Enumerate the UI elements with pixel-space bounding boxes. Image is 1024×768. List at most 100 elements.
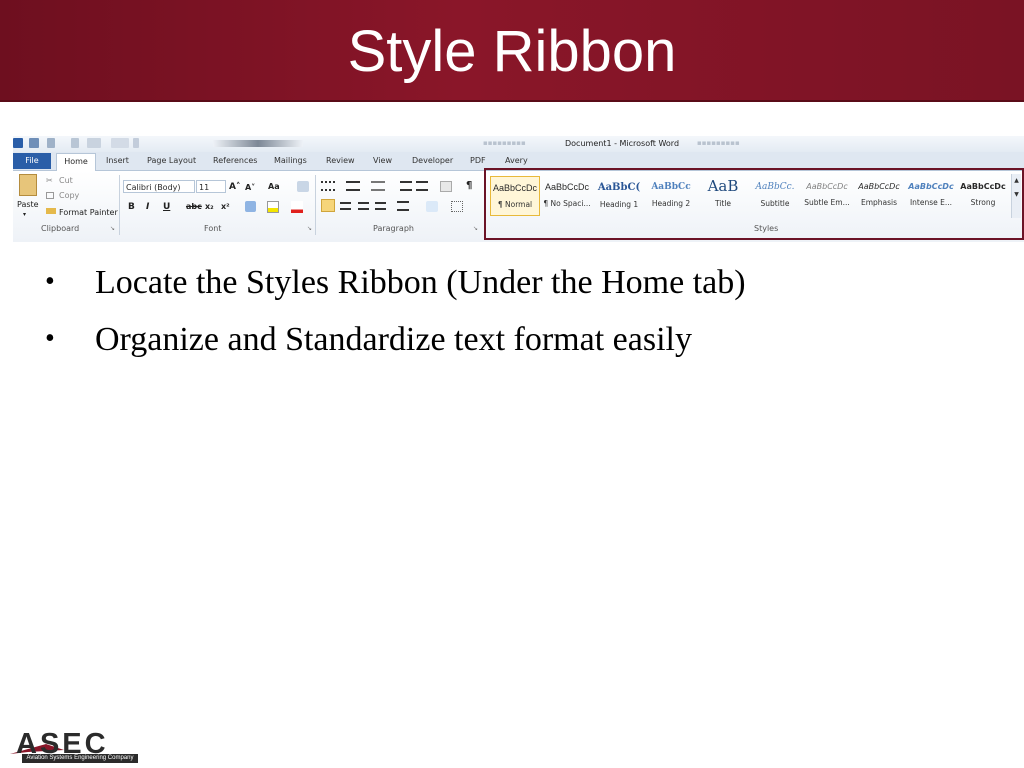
paste-icon[interactable]: [19, 174, 37, 196]
bullets-qat-icon[interactable]: [87, 138, 101, 148]
clear-formatting-icon[interactable]: [297, 181, 309, 192]
style-sample: AaBbCcDc: [908, 182, 954, 191]
show-marks-button[interactable]: ¶: [466, 180, 472, 191]
style-sample: AaBbC(: [597, 182, 641, 193]
clipboard-launcher-icon[interactable]: ↘: [110, 225, 115, 232]
style-name: ¶ No Spaci...: [543, 199, 591, 208]
style-tile[interactable]: AaBbCcDc Subtle Em...: [802, 176, 852, 216]
style-sample: AaBbCc.: [755, 182, 795, 192]
bullet-text: Organize and Standardize text format eas…: [95, 321, 692, 358]
format-painter-button[interactable]: Format Painter: [59, 208, 118, 217]
style-tile[interactable]: AaBbC( Heading 1: [594, 176, 644, 216]
cut-button[interactable]: Cut: [59, 176, 73, 185]
tab-references[interactable]: References: [213, 156, 257, 165]
style-name: Heading 1: [599, 200, 639, 209]
copy-button[interactable]: Copy: [59, 191, 79, 200]
group-divider: [119, 175, 120, 235]
tab-pdf[interactable]: PDF: [470, 156, 486, 165]
paste-button[interactable]: Paste: [17, 200, 39, 209]
highlight-color-icon[interactable]: [267, 201, 279, 213]
format-painter-icon: [46, 208, 56, 214]
paste-dropdown-icon[interactable]: ▾: [23, 211, 26, 218]
style-name: Strong: [970, 198, 996, 207]
redo-icon[interactable]: [71, 138, 79, 148]
logo-subtitle: Aviation Systems Engineering Company: [22, 754, 138, 763]
tab-home[interactable]: Home: [56, 153, 96, 171]
quick-access-toolbar: ▪▪▪▪▪▪▪▪▪ Document1 - Microsoft Word ▪▪▪…: [13, 136, 1024, 152]
sort-icon[interactable]: [440, 181, 452, 192]
italic-button[interactable]: I: [146, 202, 149, 212]
subscript-button[interactable]: x₂: [205, 202, 214, 211]
scroll-down-icon[interactable]: ▼: [1012, 188, 1021, 202]
font-launcher-icon[interactable]: ↘: [307, 225, 312, 232]
increase-indent-icon[interactable]: [416, 181, 428, 191]
group-divider: [315, 175, 316, 235]
scroll-up-icon[interactable]: ▲: [1012, 174, 1021, 188]
strikethrough-button[interactable]: abc: [186, 202, 202, 211]
style-tile[interactable]: AaBbCcDc Emphasis: [854, 176, 904, 216]
tab-developer[interactable]: Developer: [412, 156, 453, 165]
style-sample: AaB: [707, 177, 739, 195]
bold-button[interactable]: B: [128, 202, 135, 212]
style-sample: AaBbCcDc: [544, 182, 589, 192]
window-title-ghost-right: ▪▪▪▪▪▪▪▪▪: [697, 139, 740, 147]
numbering-icon[interactable]: [346, 181, 360, 191]
change-case-button[interactable]: Aa: [268, 182, 280, 191]
asec-logo: ASEC Aviation Systems Engineering Compan…: [8, 728, 140, 764]
text-effects-icon[interactable]: [245, 201, 256, 212]
paragraph-launcher-icon[interactable]: ↘: [473, 225, 478, 232]
style-sample: AaBbCcDc: [806, 182, 848, 191]
font-family-combo[interactable]: Calibri (Body): [123, 180, 195, 193]
undo-icon[interactable]: [47, 138, 55, 148]
save-icon[interactable]: [29, 138, 39, 148]
tab-avery[interactable]: Avery: [505, 156, 528, 165]
justify-icon[interactable]: [375, 202, 386, 210]
style-tile[interactable]: AaBbCcDc Intense E...: [906, 176, 956, 216]
decrease-indent-icon[interactable]: [400, 181, 412, 191]
copy-icon: [46, 192, 54, 199]
font-color-icon[interactable]: [291, 201, 303, 213]
grow-font-button[interactable]: A˄: [229, 182, 240, 192]
align-right-icon[interactable]: [358, 202, 369, 210]
bullets-icon[interactable]: [321, 181, 335, 191]
tab-view[interactable]: View: [373, 156, 392, 165]
style-tile[interactable]: AaBbCcDc Strong: [958, 176, 1008, 216]
tab-page-layout[interactable]: Page Layout: [147, 156, 196, 165]
tab-file[interactable]: File: [13, 153, 51, 169]
window-title: Document1 - Microsoft Word: [565, 139, 680, 148]
style-tile[interactable]: AaBbCcDc ¶ No Spaci...: [542, 176, 592, 216]
align-center-icon[interactable]: [340, 202, 351, 210]
underline-button[interactable]: U: [163, 202, 170, 212]
tab-mailings[interactable]: Mailings: [274, 156, 307, 165]
list-item: • Locate the Styles Ribbon (Under the Ho…: [0, 264, 1024, 308]
style-name: Title: [714, 199, 732, 208]
style-sample: AaBbCc: [651, 182, 691, 192]
style-sample: AaBbCcDc: [858, 182, 900, 191]
style-tile[interactable]: AaBbCcDc ¶ Normal: [490, 176, 540, 216]
tab-review[interactable]: Review: [326, 156, 355, 165]
font-size-combo[interactable]: 11: [196, 180, 226, 193]
style-sample: AaBbCcDc: [492, 183, 537, 193]
style-tile[interactable]: AaBbCc. Subtitle: [750, 176, 800, 216]
blurred-title-region: [213, 140, 303, 147]
shading-icon[interactable]: [426, 201, 438, 212]
slide-title: Style Ribbon: [347, 19, 677, 84]
customize-qat-icon[interactable]: [133, 138, 139, 148]
styles-gallery-scroll[interactable]: ▲ ▼: [1011, 174, 1021, 218]
word-app-icon: [13, 138, 23, 148]
style-tile[interactable]: AaBbCc Heading 2: [646, 176, 696, 216]
style-name: Emphasis: [860, 198, 898, 207]
tab-insert[interactable]: Insert: [106, 156, 129, 165]
shrink-font-button[interactable]: A˅: [245, 183, 255, 192]
style-name: Subtle Em...: [804, 198, 850, 207]
superscript-button[interactable]: x²: [221, 202, 230, 211]
borders-icon[interactable]: [451, 201, 463, 212]
style-name: ¶ Normal: [497, 200, 533, 209]
multilevel-list-icon[interactable]: [371, 181, 385, 191]
style-tile[interactable]: AaB Title: [698, 176, 748, 216]
numbering-qat-icon[interactable]: [111, 138, 129, 148]
align-left-icon[interactable]: [321, 199, 335, 212]
clipboard-group-label: Clipboard: [41, 224, 80, 233]
word-ribbon-screenshot: ▪▪▪▪▪▪▪▪▪ Document1 - Microsoft Word ▪▪▪…: [13, 136, 1024, 242]
line-spacing-icon[interactable]: [397, 201, 409, 211]
